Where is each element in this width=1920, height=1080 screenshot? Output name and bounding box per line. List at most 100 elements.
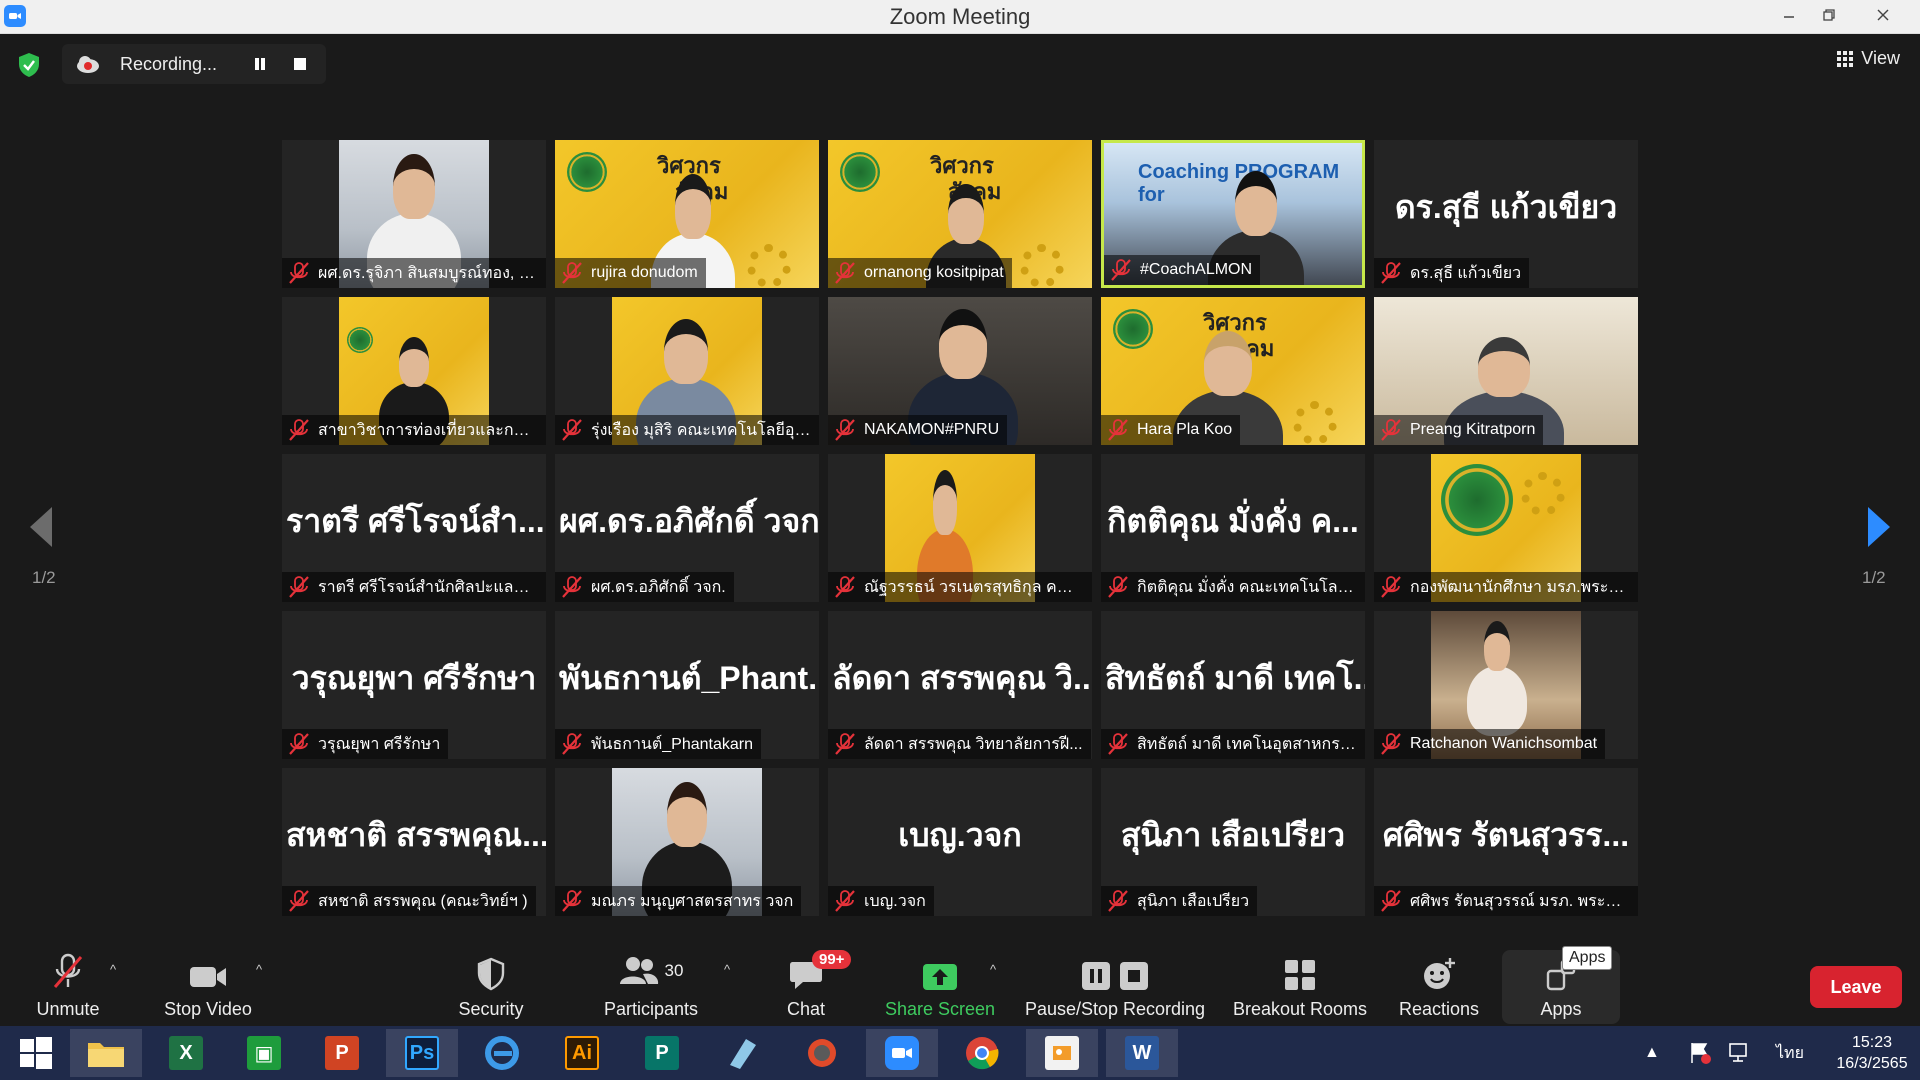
chat-label: Chat <box>786 999 826 1019</box>
taskbar-internet-explorer[interactable] <box>466 1029 538 1077</box>
muted-microphone-icon <box>289 576 309 598</box>
participants-button[interactable]: 30 Participants <box>596 944 706 1026</box>
security-shield-icon <box>477 957 505 991</box>
network-icon[interactable] <box>1728 1026 1752 1080</box>
participant-tile[interactable]: รุ่งเรือง มุสิริ คณะเทคโนโลยีอุตส... <box>555 297 819 445</box>
unmute-button[interactable]: Unmute <box>28 944 108 1026</box>
participant-tile[interactable]: กิตติคุณ มั่งคั่ง ค... กิตติคุณ มั่งคั่ง … <box>1101 454 1365 602</box>
action-center-flag-icon[interactable] <box>1688 1026 1712 1080</box>
taskbar-excel[interactable]: X <box>150 1029 222 1077</box>
muted-microphone-icon <box>1108 733 1128 755</box>
participant-head <box>398 337 430 387</box>
participant-head <box>1203 331 1253 396</box>
participant-name: รุ่งเรือง มุสิริ คณะเทคโนโลยีอุตส... <box>591 421 811 439</box>
participant-display-name: เบญ.วจก <box>898 817 1022 853</box>
breakout-rooms-button[interactable]: Breakout Rooms <box>1226 944 1374 1026</box>
participant-name: มณภร มนุญศาสตรสาทร วจก <box>591 892 794 910</box>
participant-display-name: พันธกานต์_Phant... <box>559 660 819 696</box>
system-clock[interactable]: 15:23 16/3/2565 <box>1830 1032 1914 1074</box>
participant-display-name: สิทธัตถ์ มาดี เทคโ... <box>1105 660 1365 696</box>
participant-tile[interactable]: พันธกานต์_Phant... พันธกานต์_Phantakarn <box>555 611 819 759</box>
participant-tile[interactable]: สาขาวิชาการท่องเที่ยวและการโร... <box>282 297 546 445</box>
participant-tile[interactable]: วิศวกรสังคมornanong kositpipat <box>828 140 1092 288</box>
taskbar-word[interactable]: W <box>1106 1029 1178 1077</box>
participant-tile[interactable]: ลัดดา สรรพคุณ วิ... ลัดดา สรรพคุณ วิทยาลั… <box>828 611 1092 759</box>
taskbar-photoshop[interactable]: Ps <box>386 1029 458 1077</box>
zoom-app-icon <box>4 5 26 27</box>
participant-tile[interactable]: ณัฐวรรธน์ วรเนตรสุทธิกุล คณะเ... <box>828 454 1092 602</box>
participant-display-name: วรุณยุพา ศรีรักษา <box>291 660 537 696</box>
close-button[interactable] <box>1860 0 1906 30</box>
university-logo-icon <box>1441 464 1513 536</box>
taskbar-notepad[interactable] <box>706 1029 778 1077</box>
previous-page-arrow-icon[interactable] <box>28 505 54 549</box>
taskbar-publisher[interactable]: P <box>626 1029 698 1077</box>
taskbar-chrome[interactable] <box>946 1029 1018 1077</box>
close-icon <box>1877 9 1889 21</box>
participant-tile[interactable]: วรุณยุพา ศรีรักษา วรุณยุพา ศรีรักษา <box>282 611 546 759</box>
reactions-label: Reactions <box>1398 999 1480 1019</box>
video-gallery-grid: ผศ.ดร.รุจิภา สินสมบูรณ์ทอง, วจ... วิศวกรส… <box>282 140 1638 920</box>
participant-tile[interactable]: สุนิภา เสือเปรียว สุนิภา เสือเปรียว <box>1101 768 1365 916</box>
video-options-caret-icon[interactable]: ^ <box>256 962 262 977</box>
participant-tile[interactable]: ศศิพร รัตนสุวรร... ศศิพร รัตนสุวรรณ์ มรภ.… <box>1374 768 1638 916</box>
window-titlebar: Zoom Meeting <box>0 0 1920 34</box>
taskbar-store[interactable]: ▣ <box>228 1029 300 1077</box>
muted-microphone-icon <box>835 890 855 912</box>
muted-microphone-icon <box>562 419 582 441</box>
input-language-indicator[interactable]: ไทย <box>1776 1026 1804 1080</box>
audio-options-caret-icon[interactable]: ^ <box>110 962 116 977</box>
recording-label: Recording... <box>120 53 218 74</box>
taskbar-powerpoint[interactable]: P <box>306 1029 378 1077</box>
participant-tile[interactable]: ดร.สุธี แก้วเขียว ดร.สุธี แก้วเขียว <box>1374 140 1638 288</box>
participant-tile[interactable]: มณภร มนุญศาสตรสาทร วจก <box>555 768 819 916</box>
windows-start-button[interactable] <box>0 1029 72 1077</box>
next-page-arrow-icon[interactable] <box>1866 505 1892 549</box>
participant-tile[interactable]: วิศวกรสังคมrujira donudom <box>555 140 819 288</box>
stop-video-button[interactable]: Stop Video <box>158 944 258 1026</box>
participant-head <box>932 470 958 535</box>
stop-recording-button[interactable] <box>280 44 320 84</box>
participant-name: ศศิพร รัตนสุวรรณ์ มรภ. พระนคร <box>1410 892 1630 910</box>
participant-tile[interactable]: Coaching PROGRAM for #CoachALMON <box>1101 140 1365 288</box>
taskbar-photos[interactable] <box>1026 1029 1098 1077</box>
participant-name: NAKAMON#PNRU <box>864 421 1000 438</box>
share-screen-button[interactable]: Share Screen <box>878 944 1002 1026</box>
participant-tile[interactable]: สิทธัตถ์ มาดี เทคโ... สิทธัตถ์ มาดี เทคโน… <box>1101 611 1365 759</box>
grid-view-icon <box>1837 50 1854 67</box>
taskbar-photoscape[interactable] <box>786 1029 858 1077</box>
university-logo-icon <box>840 152 880 192</box>
participant-display-name: ดร.สุธี แก้วเขียว <box>1394 189 1618 225</box>
participant-name: ผศ.ดร.อภิศักดิ์ วจก. <box>591 578 726 596</box>
participant-tile[interactable]: สหชาติ สรรพคุณ... สหชาติ สรรพคุณ (คณะวิทย… <box>282 768 546 916</box>
participant-tile[interactable]: ผศ.ดร.รุจิภา สินสมบูรณ์ทอง, วจ... <box>282 140 546 288</box>
participant-tile[interactable]: ผศ.ดร.อภิศักดิ์ วจก. ผศ.ดร.อภิศักดิ์ วจก. <box>555 454 819 602</box>
stop-recording-icon <box>1120 962 1148 990</box>
participant-tile[interactable]: ราตรี ศรีโรจน์สำ... ราตรี ศรีโรจน์สำนักศิ… <box>282 454 546 602</box>
participants-options-caret-icon[interactable]: ^ <box>724 962 730 977</box>
tray-overflow-icon[interactable]: ▲ <box>1644 1026 1660 1080</box>
pause-stop-recording-button[interactable]: Pause/Stop Recording <box>1022 944 1208 1026</box>
participant-tile[interactable]: NAKAMON#PNRU <box>828 297 1092 445</box>
participant-tile[interactable]: เบญ.วจก เบญ.วจก <box>828 768 1092 916</box>
participant-name: rujira donudom <box>591 264 698 281</box>
view-button[interactable]: View <box>1837 48 1900 69</box>
participant-tile[interactable]: กองพัฒนานักศึกษา มรภ.พระนคร <box>1374 454 1638 602</box>
participant-tile[interactable]: Preang Kitratporn <box>1374 297 1638 445</box>
security-button[interactable]: Security <box>446 944 536 1026</box>
restore-button[interactable] <box>1806 0 1852 30</box>
participant-name: ผศ.ดร.รุจิภา สินสมบูรณ์ทอง, วจ... <box>318 264 538 282</box>
taskbar-file-explorer[interactable] <box>70 1029 142 1077</box>
pause-recording-button[interactable] <box>240 44 280 84</box>
participant-head <box>667 782 707 847</box>
taskbar-zoom[interactable] <box>866 1029 938 1077</box>
participant-tile[interactable]: Ratchanon Wanichsombat <box>1374 611 1638 759</box>
restore-icon <box>1823 9 1835 21</box>
participant-tile[interactable]: วิศวกรสังคมHara Pla Koo <box>1101 297 1365 445</box>
reactions-button[interactable]: Reactions <box>1394 944 1484 1026</box>
encryption-shield-icon[interactable] <box>17 52 41 78</box>
taskbar-illustrator[interactable]: Ai <box>546 1029 618 1077</box>
university-logo-icon <box>347 327 373 353</box>
share-options-caret-icon[interactable]: ^ <box>990 962 996 977</box>
leave-meeting-button[interactable]: Leave <box>1810 966 1902 1008</box>
